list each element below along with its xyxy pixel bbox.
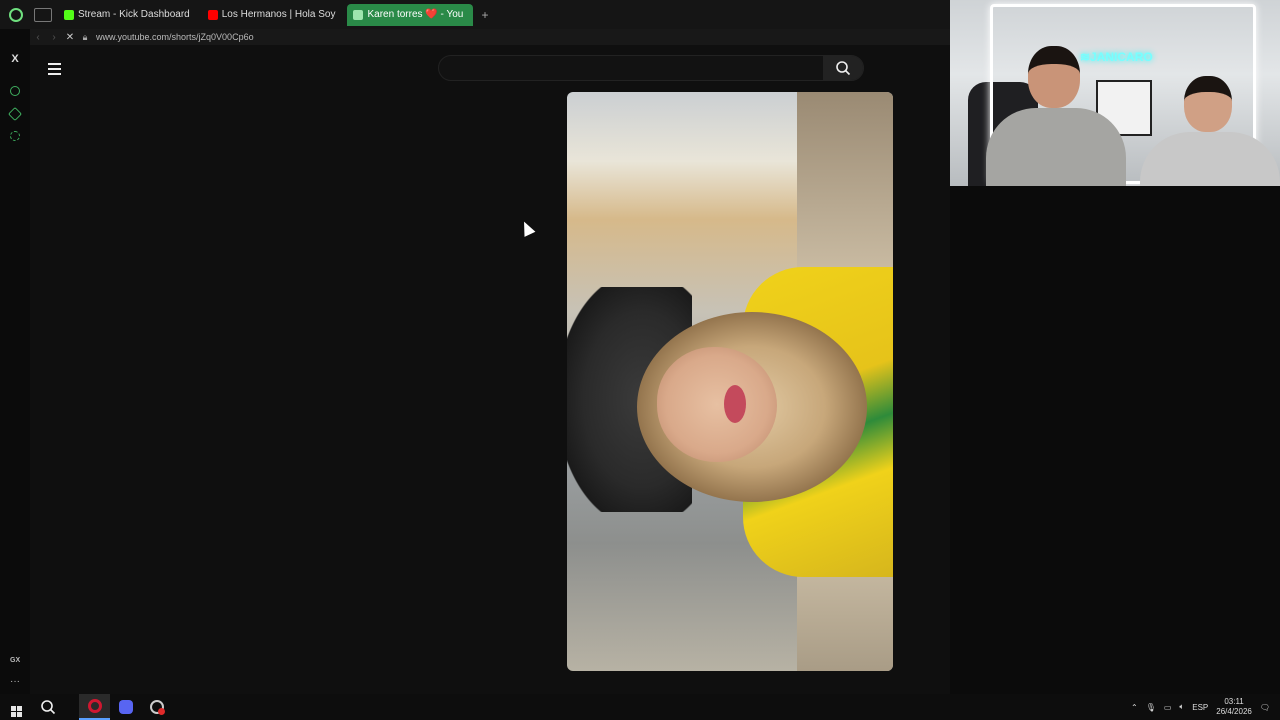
language-indicator[interactable]: ESP [1192, 703, 1208, 712]
url-field[interactable]: www.youtube.com/shorts/jZq0V00Cp6o [96, 32, 254, 42]
tab-island-icon[interactable] [34, 7, 52, 22]
back-arrow-icon[interactable]: ‹ [30, 32, 46, 43]
browser-sidebar: X [0, 29, 30, 694]
webcam-overlay: ≋JANICARO [950, 0, 1280, 186]
settings-gear-icon[interactable] [0, 131, 30, 144]
gx-control-icon[interactable]: GX [10, 657, 20, 664]
search-icon[interactable] [32, 694, 63, 720]
opera-gx-taskbar-icon[interactable] [79, 694, 110, 720]
video-subject-lips [724, 385, 746, 423]
tab-karen-torres[interactable]: Karen torres ❤️ - You [347, 3, 474, 26]
microphone-icon[interactable]: 🎙︎ [1146, 703, 1156, 712]
more-options-icon[interactable]: ··· [10, 676, 20, 687]
video-subject-face [657, 347, 777, 462]
forward-arrow-icon[interactable]: › [46, 32, 62, 43]
streamer-right [1140, 76, 1280, 186]
search-button[interactable] [823, 56, 863, 80]
tab-kick-dashboard[interactable]: Stream - Kick Dashboard [58, 4, 196, 26]
windows-taskbar: ⌃ 🎙︎ ▭ 🔈︎ ESP 03:11 26/4/2026 🗨︎ [0, 694, 1280, 720]
opera-gx-logo-icon[interactable] [0, 0, 32, 29]
audio-playing-icon [353, 9, 364, 20]
shorts-video-player[interactable] [567, 92, 893, 671]
tab-label: Los Hermanos | Hola Soy [221, 9, 336, 20]
network-icon[interactable]: ▭ [1164, 703, 1172, 712]
notifications-icon[interactable]: 🗨︎ [1260, 703, 1270, 712]
windows-start-icon[interactable] [0, 698, 32, 717]
volume-icon[interactable]: 🔈︎ [1179, 702, 1184, 712]
youtube-shorts-page [30, 45, 950, 694]
youtube-icon [207, 9, 218, 20]
stop-loading-icon[interactable]: ✕ [62, 32, 78, 43]
tab-los-hermanos[interactable]: Los Hermanos | Hola Soy [202, 4, 342, 26]
new-tab-button[interactable]: + [481, 8, 488, 22]
browser-tab-bar: Stream - Kick Dashboard Los Hermanos | H… [0, 0, 950, 29]
clock-time: 03:11 [1224, 697, 1244, 706]
discord-taskbar-icon[interactable] [110, 694, 141, 720]
tab-label: Stream - Kick Dashboard [78, 9, 190, 20]
menu-icon[interactable] [48, 63, 61, 78]
chevron-up-icon[interactable]: ⌃ [1131, 703, 1138, 712]
search-icon [836, 61, 851, 76]
history-icon[interactable] [0, 86, 30, 99]
mouse-cursor [518, 219, 536, 237]
search-input[interactable] [438, 55, 864, 81]
clock-date: 26/4/2026 [1216, 707, 1252, 716]
lock-icon[interactable]: 🔒︎ [78, 32, 92, 43]
tab-label: Karen torres ❤️ - You [367, 9, 464, 20]
system-tray: ⌃ 🎙︎ ▭ 🔈︎ ESP 03:11 26/4/2026 🗨︎ [1131, 694, 1280, 720]
kick-icon [64, 9, 74, 20]
obs-taskbar-icon[interactable] [141, 694, 172, 720]
streamer-left [986, 46, 1126, 186]
x-twitter-icon[interactable]: X [0, 53, 30, 65]
extensions-icon[interactable] [0, 106, 30, 122]
clock[interactable]: 03:11 26/4/2026 [1216, 697, 1252, 717]
address-bar: ‹ › ✕ 🔒︎ www.youtube.com/shorts/jZq0V00C… [30, 29, 950, 45]
